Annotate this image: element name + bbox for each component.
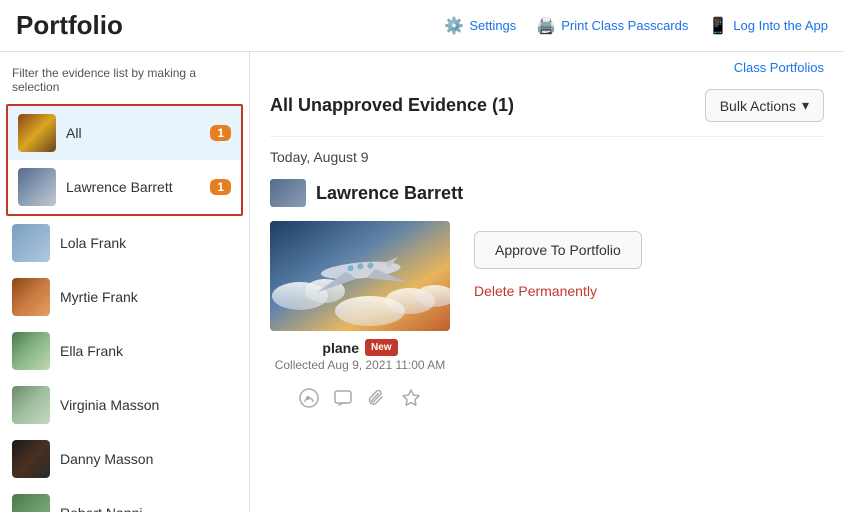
- sidebar-filter-text: Filter the evidence list by making a sel…: [0, 62, 249, 104]
- plane-illustration: [270, 221, 450, 331]
- delete-permanently-button[interactable]: Delete Permanently: [474, 279, 642, 303]
- student-name-row: Lawrence Barrett: [270, 179, 824, 207]
- student-name: Lawrence Barrett: [316, 183, 463, 204]
- evidence-title: plane: [322, 340, 359, 356]
- all-avatar: [18, 114, 56, 152]
- settings-icon: ⚙️: [444, 16, 464, 36]
- sidebar-item-virginia-masson[interactable]: Virginia Masson: [0, 378, 249, 432]
- robert-nanni-avatar: [12, 494, 50, 512]
- evidence-row: plane New Collected Aug 9, 2021 11:00 AM: [270, 221, 824, 419]
- date-label: Today, August 9: [270, 137, 824, 175]
- content-top-bar: Class Portfolios: [270, 52, 824, 79]
- ella-frank-label: Ella Frank: [60, 342, 237, 360]
- lawrence-barrett-badge: 1: [210, 179, 231, 195]
- ella-frank-avatar: [12, 332, 50, 370]
- settings-label: Settings: [469, 18, 516, 33]
- approve-portfolio-button[interactable]: Approve To Portfolio: [474, 231, 642, 269]
- app-container: Portfolio ⚙️ Settings 🖨️ Print Class Pas…: [0, 0, 844, 512]
- sidebar-selected-group: All 1 Lawrence Barrett 1: [6, 104, 243, 216]
- sidebar-item-myrtie-frank[interactable]: Myrtie Frank: [0, 270, 249, 324]
- myrtie-frank-avatar: [12, 278, 50, 316]
- danny-masson-label: Danny Masson: [60, 450, 237, 468]
- danny-masson-avatar: [12, 440, 50, 478]
- main-layout: Filter the evidence list by making a sel…: [0, 52, 844, 512]
- chevron-down-icon: ▾: [802, 97, 809, 114]
- login-label: Log Into the App: [733, 18, 828, 33]
- all-label: All: [66, 124, 200, 142]
- page-title: Portfolio: [16, 10, 123, 41]
- robert-nanni-label: Robert Nanni: [60, 504, 237, 512]
- login-app-link[interactable]: 📱 Log Into the App: [708, 16, 828, 36]
- print-passcards-link[interactable]: 🖨️ Print Class Passcards: [536, 16, 688, 36]
- header: Portfolio ⚙️ Settings 🖨️ Print Class Pas…: [0, 0, 844, 52]
- new-badge: New: [365, 339, 398, 356]
- evidence-image: [270, 221, 450, 331]
- settings-link[interactable]: ⚙️ Settings: [444, 16, 516, 36]
- evidence-card: plane New Collected Aug 9, 2021 11:00 AM: [270, 221, 450, 419]
- sidebar-item-danny-masson[interactable]: Danny Masson: [0, 432, 249, 486]
- content-header: All Unapproved Evidence (1) Bulk Actions…: [270, 79, 824, 137]
- comment-icon[interactable]: [333, 388, 353, 413]
- print-label: Print Class Passcards: [561, 18, 688, 33]
- bulk-actions-label: Bulk Actions: [720, 98, 796, 114]
- sidebar-item-all[interactable]: All 1: [8, 106, 241, 160]
- main-content: Class Portfolios All Unapproved Evidence…: [250, 52, 844, 512]
- evidence-title-row: plane New: [270, 339, 450, 356]
- attach-icon[interactable]: [367, 388, 387, 413]
- sidebar-item-lola-frank[interactable]: Lola Frank: [0, 216, 249, 270]
- sidebar-item-ella-frank[interactable]: Ella Frank: [0, 324, 249, 378]
- evidence-image-bg: [270, 221, 450, 331]
- virginia-masson-label: Virginia Masson: [60, 396, 237, 414]
- student-thumbnail: [270, 179, 306, 207]
- section-title: All Unapproved Evidence (1): [270, 95, 514, 116]
- sidebar-item-robert-nanni[interactable]: Robert Nanni: [0, 486, 249, 512]
- lawrence-barrett-label: Lawrence Barrett: [66, 178, 200, 196]
- lola-frank-avatar: [12, 224, 50, 262]
- lawrence-barrett-avatar: [18, 168, 56, 206]
- print-icon: 🖨️: [536, 16, 556, 36]
- class-portfolios-link[interactable]: Class Portfolios: [734, 60, 824, 75]
- share-icon[interactable]: [299, 388, 319, 413]
- sidebar: Filter the evidence list by making a sel…: [0, 52, 250, 512]
- all-badge: 1: [210, 125, 231, 141]
- evidence-actions: Approve To Portfolio Delete Permanently: [474, 231, 642, 303]
- virginia-masson-avatar: [12, 386, 50, 424]
- sidebar-item-lawrence-barrett[interactable]: Lawrence Barrett 1: [8, 160, 241, 214]
- bulk-actions-button[interactable]: Bulk Actions ▾: [705, 89, 824, 122]
- mobile-icon: 📱: [708, 16, 728, 36]
- myrtie-frank-label: Myrtie Frank: [60, 288, 237, 306]
- header-actions: ⚙️ Settings 🖨️ Print Class Passcards 📱 L…: [444, 16, 828, 36]
- student-section: Lawrence Barrett: [270, 175, 824, 429]
- star-icon[interactable]: [401, 388, 421, 413]
- evidence-icons: [270, 382, 450, 419]
- lola-frank-label: Lola Frank: [60, 234, 237, 252]
- evidence-date: Collected Aug 9, 2021 11:00 AM: [270, 358, 450, 372]
